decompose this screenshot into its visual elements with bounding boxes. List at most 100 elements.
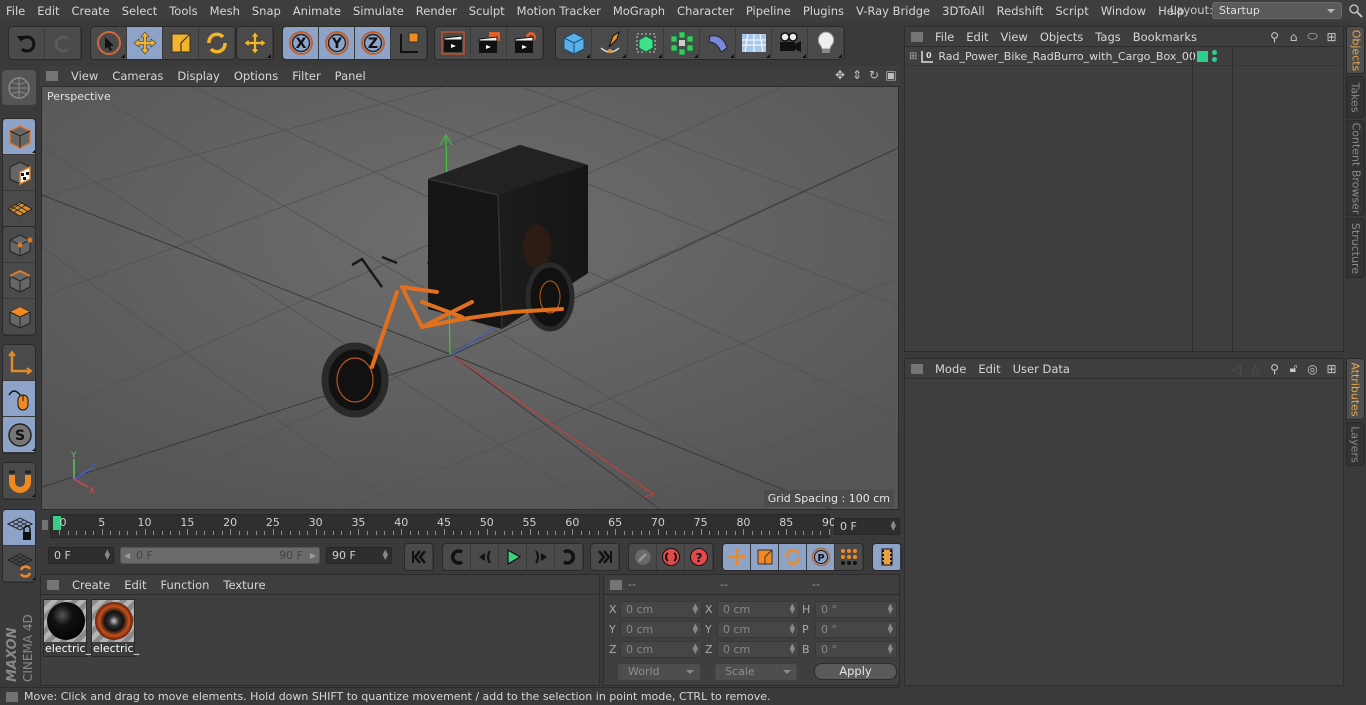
record-keys-button[interactable] [629,544,657,570]
view-name-label[interactable]: Perspective [44,89,114,104]
add-light-button[interactable] [808,27,844,59]
position-key-button[interactable] [723,544,751,570]
object-menu-file[interactable]: File [929,30,960,44]
menu-pipeline[interactable]: Pipeline [740,4,797,18]
panel-grip-icon[interactable] [610,579,622,590]
material-menu-create[interactable]: Create [65,578,117,592]
render-picture-viewer-button[interactable] [471,27,507,59]
keyframe-selection-button[interactable]: ? [685,544,713,570]
viewport-menu-panel[interactable]: Panel [328,69,373,83]
points-mode-button[interactable] [3,227,35,263]
menu-render[interactable]: Render [410,4,463,18]
search-icon[interactable]: ⚲ [1267,361,1282,376]
spinner-icon[interactable]: ▲ ▼ [693,623,698,635]
spinner-icon[interactable]: ▲ ▼ [891,520,896,532]
recent-tool-button[interactable] [237,27,273,59]
menu-3dtoall[interactable]: 3DToAll [936,4,991,18]
search-icon[interactable] [1348,3,1364,19]
rot-p-field[interactable]: 0 ° ▲ ▼ [815,621,897,638]
menu-edit[interactable]: Edit [31,4,65,18]
spinner-icon[interactable]: ▲ ▼ [790,603,795,615]
min-frame-field[interactable]: 0 F ▲ ▼ [48,547,114,564]
texture-mode-button[interactable] [3,155,35,191]
coordinate-space-select[interactable]: World [618,664,700,680]
workplane-mode-button[interactable] [3,191,35,227]
rotate-tool-button[interactable] [199,27,235,59]
menu-character[interactable]: Character [671,4,740,18]
add-floor-button[interactable] [736,27,772,59]
spinner-icon[interactable]: ▲ ▼ [888,603,893,615]
tab-takes[interactable]: Takes [1346,76,1365,118]
add-cube-button[interactable] [556,27,592,59]
render-settings-button[interactable] [507,27,543,59]
polygons-mode-button[interactable] [3,299,35,335]
menu-simulate[interactable]: Simulate [347,4,410,18]
add-camera-button[interactable] [772,27,808,59]
spinner-icon[interactable]: ▲ ▼ [693,643,698,655]
spinner-icon[interactable]: ▲ ▼ [383,549,388,561]
dolly-view-icon[interactable]: ⇕ [850,67,864,83]
lock-icon[interactable]: 🔓︎ [1286,361,1301,376]
move-tool-button[interactable] [127,27,163,59]
size-z-field[interactable]: 0 cm ▲ ▼ [717,641,799,658]
undo-button[interactable] [9,27,45,59]
viewport-menu-cameras[interactable]: Cameras [105,69,170,83]
y-axis-button[interactable]: Y [319,27,355,59]
tab-content-browser[interactable]: Content Browser [1346,120,1365,216]
next-frame-button[interactable] [527,544,555,570]
tab-objects[interactable]: Objects [1346,26,1365,74]
back-arrow-icon[interactable]: ◁ [1229,361,1244,376]
menu-window[interactable]: Window [1095,4,1152,18]
snap-button[interactable]: S [3,417,35,453]
range-left-arrow-icon[interactable]: ◀ [124,548,130,563]
go-to-end-button[interactable] [591,544,619,570]
make-editable-button[interactable] [2,70,36,106]
menu-mesh[interactable]: Mesh [204,4,246,18]
live-selection-button[interactable] [91,27,127,59]
menu-script[interactable]: Script [1049,4,1094,18]
point-level-animation-button[interactable] [835,544,863,570]
object-menu-objects[interactable]: Objects [1034,30,1089,44]
preview-range-slider[interactable]: ◀ 0 F 90 F ▶ [120,547,320,564]
layer-color-swatch[interactable] [1197,51,1208,62]
viewport-menu-options[interactable]: Options [227,69,285,83]
render-visibility-dot-icon[interactable] [1212,57,1217,62]
attribute-menu-mode[interactable]: Mode [929,362,972,376]
panel-grip-icon[interactable] [47,579,59,590]
axis-mode-button[interactable] [3,345,35,381]
go-to-start-button[interactable] [405,544,433,570]
size-x-field[interactable]: 0 cm ▲ ▼ [717,601,799,618]
spinner-icon[interactable]: ▲ ▼ [790,643,795,655]
render-view-button[interactable] [435,27,471,59]
spinner-icon[interactable]: ▲ ▼ [693,603,698,615]
expand-icon[interactable]: ⊞ [909,51,917,62]
z-axis-button[interactable]: Z [355,27,391,59]
menu-snap[interactable]: Snap [246,4,287,18]
menu-select[interactable]: Select [116,4,163,18]
spinner-icon[interactable]: ▲ ▼ [888,643,893,655]
menu-mograph[interactable]: MoGraph [607,4,671,18]
menu-animate[interactable]: Animate [287,4,347,18]
spinner-icon[interactable]: ▲ ▼ [105,549,110,561]
perspective-viewport[interactable]: Perspective Y Z X Grid Spacing : 100 cm [41,86,899,510]
new-panel-icon[interactable]: ⊞ [1324,361,1339,376]
material-swatch[interactable]: electric_ [91,599,139,657]
viewport-menu-display[interactable]: Display [170,69,226,83]
column-divider[interactable] [1192,48,1193,351]
orbit-view-icon[interactable]: ↻ [867,67,881,83]
panel-grip-icon[interactable] [911,31,923,42]
spinner-icon[interactable]: ▲ ▼ [790,623,795,635]
object-menu-tags[interactable]: Tags [1089,30,1126,44]
menu-plugins[interactable]: Plugins [797,4,850,18]
add-spline-button[interactable] [592,27,628,59]
scale-tool-button[interactable] [163,27,199,59]
pos-z-field[interactable]: 0 cm ▲ ▼ [620,641,702,658]
parameter-key-button[interactable]: P [807,544,835,570]
rot-h-field[interactable]: 0 ° ▲ ▼ [815,601,897,618]
max-frame-field[interactable]: 90 F ▲ ▼ [326,547,392,564]
link-icon[interactable]: ⬭ [1305,29,1320,44]
workplane-align-button[interactable] [3,546,35,582]
autokey-button[interactable] [657,544,685,570]
previous-frame-button[interactable] [471,544,499,570]
menu-tools[interactable]: Tools [163,4,203,18]
